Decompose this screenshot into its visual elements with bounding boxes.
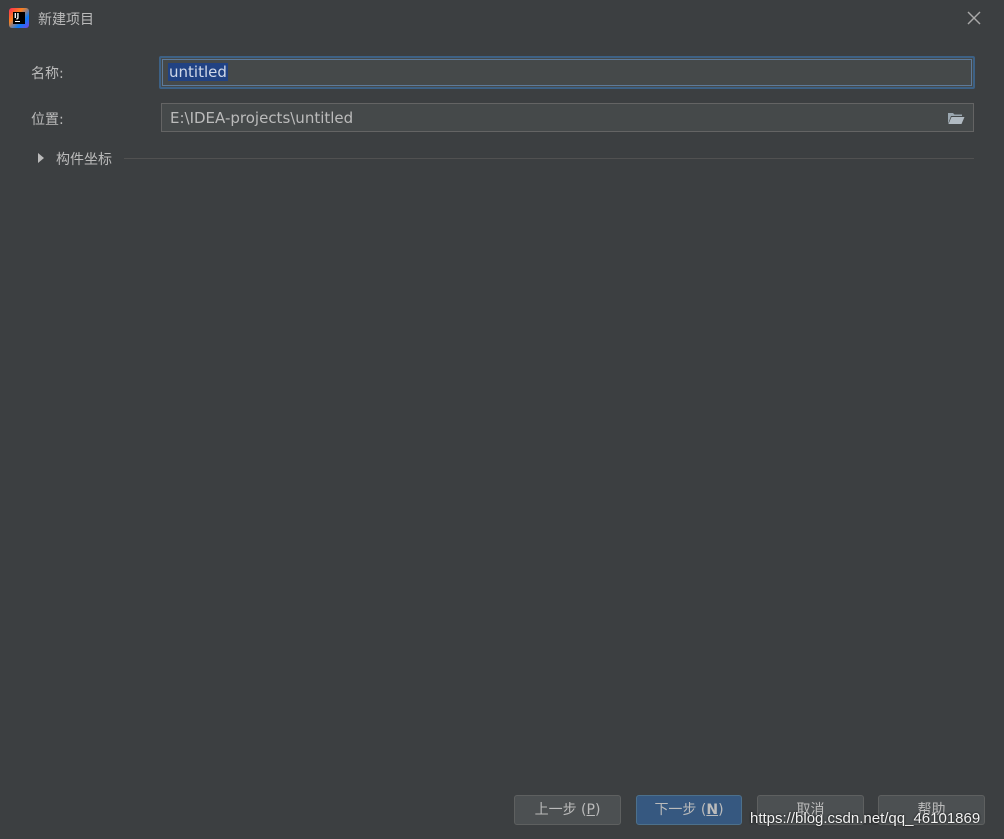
close-icon [967,11,981,25]
watermark-url: https://blog.csdn.net/qq_46101869 [750,810,981,827]
artifact-coordinates-label[interactable]: 构件坐标 [56,149,112,169]
location-input-value[interactable]: E:\IDEA-projects\untitled [170,109,353,127]
dialog-title: 新建项目 [38,12,94,28]
intellij-idea-icon: IJ [9,8,29,28]
next-button-suffix: ) [718,802,724,818]
previous-button-label: 上一步 ( [534,802,587,818]
previous-button[interactable]: 上一步 (P) [514,795,621,825]
next-button-mnemonic: N [706,802,719,818]
previous-button-suffix: ) [594,802,601,818]
previous-button-mnemonic: P [586,802,595,818]
next-button-label: 下一步 ( [654,802,707,818]
name-label: 名称: [31,66,64,82]
section-divider [124,158,974,159]
location-label: 位置: [31,112,64,128]
name-input-value[interactable]: untitled [168,63,228,81]
new-project-dialog: IJ 新建项目 名称: untitled 位置: E:\IDEA-project… [0,0,1004,839]
location-input[interactable]: E:\IDEA-projects\untitled [161,103,974,132]
expand-triangle-icon[interactable] [38,153,44,163]
folder-open-icon[interactable] [947,111,965,125]
next-button[interactable]: 下一步 (N) [636,795,742,825]
artifact-coordinates-section[interactable]: 构件坐标 [36,148,974,168]
close-button[interactable] [962,6,986,30]
title-bar: IJ 新建项目 [0,0,1004,36]
name-input[interactable]: untitled [159,56,975,89]
